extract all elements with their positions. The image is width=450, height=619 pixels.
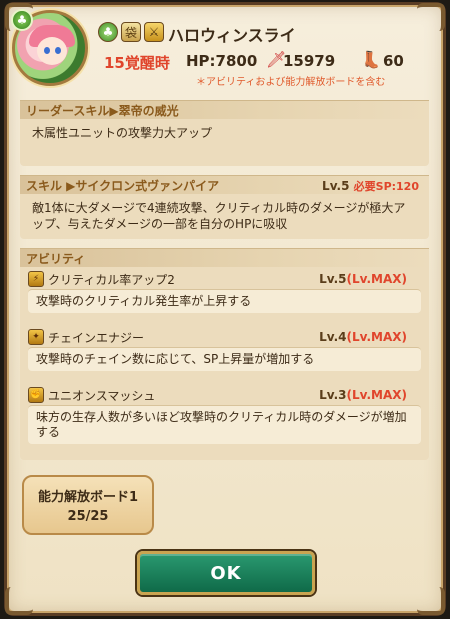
critical-up-icon: ⚡ xyxy=(28,271,44,287)
ability-row: ✦ チェインエナジー Lv.4(Lv.MAX) xyxy=(20,327,429,347)
leader-skill-header: リーダースキル▶翠帝の威光 xyxy=(20,100,429,119)
ability-max: (Lv.MAX) xyxy=(346,330,408,344)
portrait-eye xyxy=(44,47,50,54)
frame-corner xyxy=(417,3,445,31)
ability-header: アビリティ xyxy=(20,248,429,267)
speed-value: 60 xyxy=(383,52,404,70)
ability-max: (Lv.MAX) xyxy=(346,388,408,402)
portrait-eye xyxy=(55,47,61,54)
ability-board-button[interactable]: 能力解放ボード1 25/25 xyxy=(22,475,154,535)
chain-energy-icon: ✦ xyxy=(28,329,44,345)
ability-level: Lv.3 xyxy=(319,388,347,402)
ability-title: アビリティ xyxy=(26,251,86,266)
portrait-face xyxy=(37,37,67,65)
wood-element-icon: ♣ xyxy=(11,9,33,31)
ability-row: ✊ ユニオンスマッシュ Lv.3(Lv.MAX) xyxy=(20,385,429,405)
union-smash-icon: ✊ xyxy=(28,387,44,403)
ability-max: (Lv.MAX) xyxy=(346,272,408,286)
item-bag-icon: 袋 xyxy=(121,22,141,42)
frame-corner xyxy=(417,587,445,615)
skill-level: Lv.5 xyxy=(322,179,350,193)
unit-portrait: ♣ xyxy=(11,9,88,86)
ability-desc: 攻撃時のクリティカル発生率が上昇する xyxy=(28,289,421,313)
leader-skill-desc: 木属性ユニットの攻撃力大アップ xyxy=(32,126,213,140)
skill-level-info: Lv.5 必要SP:120 xyxy=(322,178,419,194)
ability-panel: アビリティ ⚡ クリティカル率アップ2 Lv.5(Lv.MAX) 攻撃時のクリテ… xyxy=(20,248,429,460)
ability-level-info: Lv.3(Lv.MAX) xyxy=(319,388,407,402)
ok-button[interactable]: OK xyxy=(137,551,315,595)
ability-level-info: Lv.4(Lv.MAX) xyxy=(319,330,407,344)
unit-name: ハロウィンスライ xyxy=(168,26,296,45)
ability-level: Lv.5 xyxy=(319,272,347,286)
skill-required-sp: 必要SP:120 xyxy=(353,180,419,193)
ability-desc: 味方の生存人数が多いほど攻撃時のクリティカル時のダメージが増加する xyxy=(28,405,421,444)
leader-skill-title: リーダースキル▶翠帝の威光 xyxy=(26,103,179,118)
hp-value: HP:7800 xyxy=(186,52,258,70)
leader-skill-panel: リーダースキル▶翠帝の威光 木属性ユニットの攻撃力大アップ xyxy=(20,100,429,166)
ability-board-progress: 25/25 xyxy=(67,509,109,524)
awaken-label: 15覚醒時 xyxy=(104,54,170,72)
skill-desc: 敵1体に大ダメージで4連続攻撃、クリティカル時のダメージが極大アップ、与えたダメ… xyxy=(32,201,406,231)
speed-boot-icon: 👢 xyxy=(361,50,381,69)
sword-class-icon: ⚔ xyxy=(144,22,164,42)
ability-name: ユニオンスマッシュ xyxy=(48,388,156,403)
ability-name: クリティカル率アップ2 xyxy=(48,272,175,287)
attack-value: 15979 xyxy=(283,52,336,70)
stats-note: ＊アビリティおよび能力解放ボードを含む xyxy=(196,77,386,88)
ability-desc: 攻撃時のチェイン数に応じて、SP上昇量が増加する xyxy=(28,347,421,371)
wood-attribute-icon: ♣ xyxy=(98,22,118,42)
skill-header: スキル ▶サイクロン式ヴァンパイア Lv.5 必要SP:120 xyxy=(20,175,429,194)
ability-level: Lv.4 xyxy=(319,330,347,344)
frame-corner xyxy=(5,587,33,615)
ability-board-label: 能力解放ボード1 xyxy=(37,490,139,505)
skill-panel: スキル ▶サイクロン式ヴァンパイア Lv.5 必要SP:120 敵1体に大ダメー… xyxy=(20,175,429,239)
ability-level-info: Lv.5(Lv.MAX) xyxy=(319,272,407,286)
ability-row: ⚡ クリティカル率アップ2 Lv.5(Lv.MAX) xyxy=(20,269,429,289)
ability-name: チェインエナジー xyxy=(48,330,145,345)
skill-title: スキル ▶サイクロン式ヴァンパイア xyxy=(26,178,220,193)
